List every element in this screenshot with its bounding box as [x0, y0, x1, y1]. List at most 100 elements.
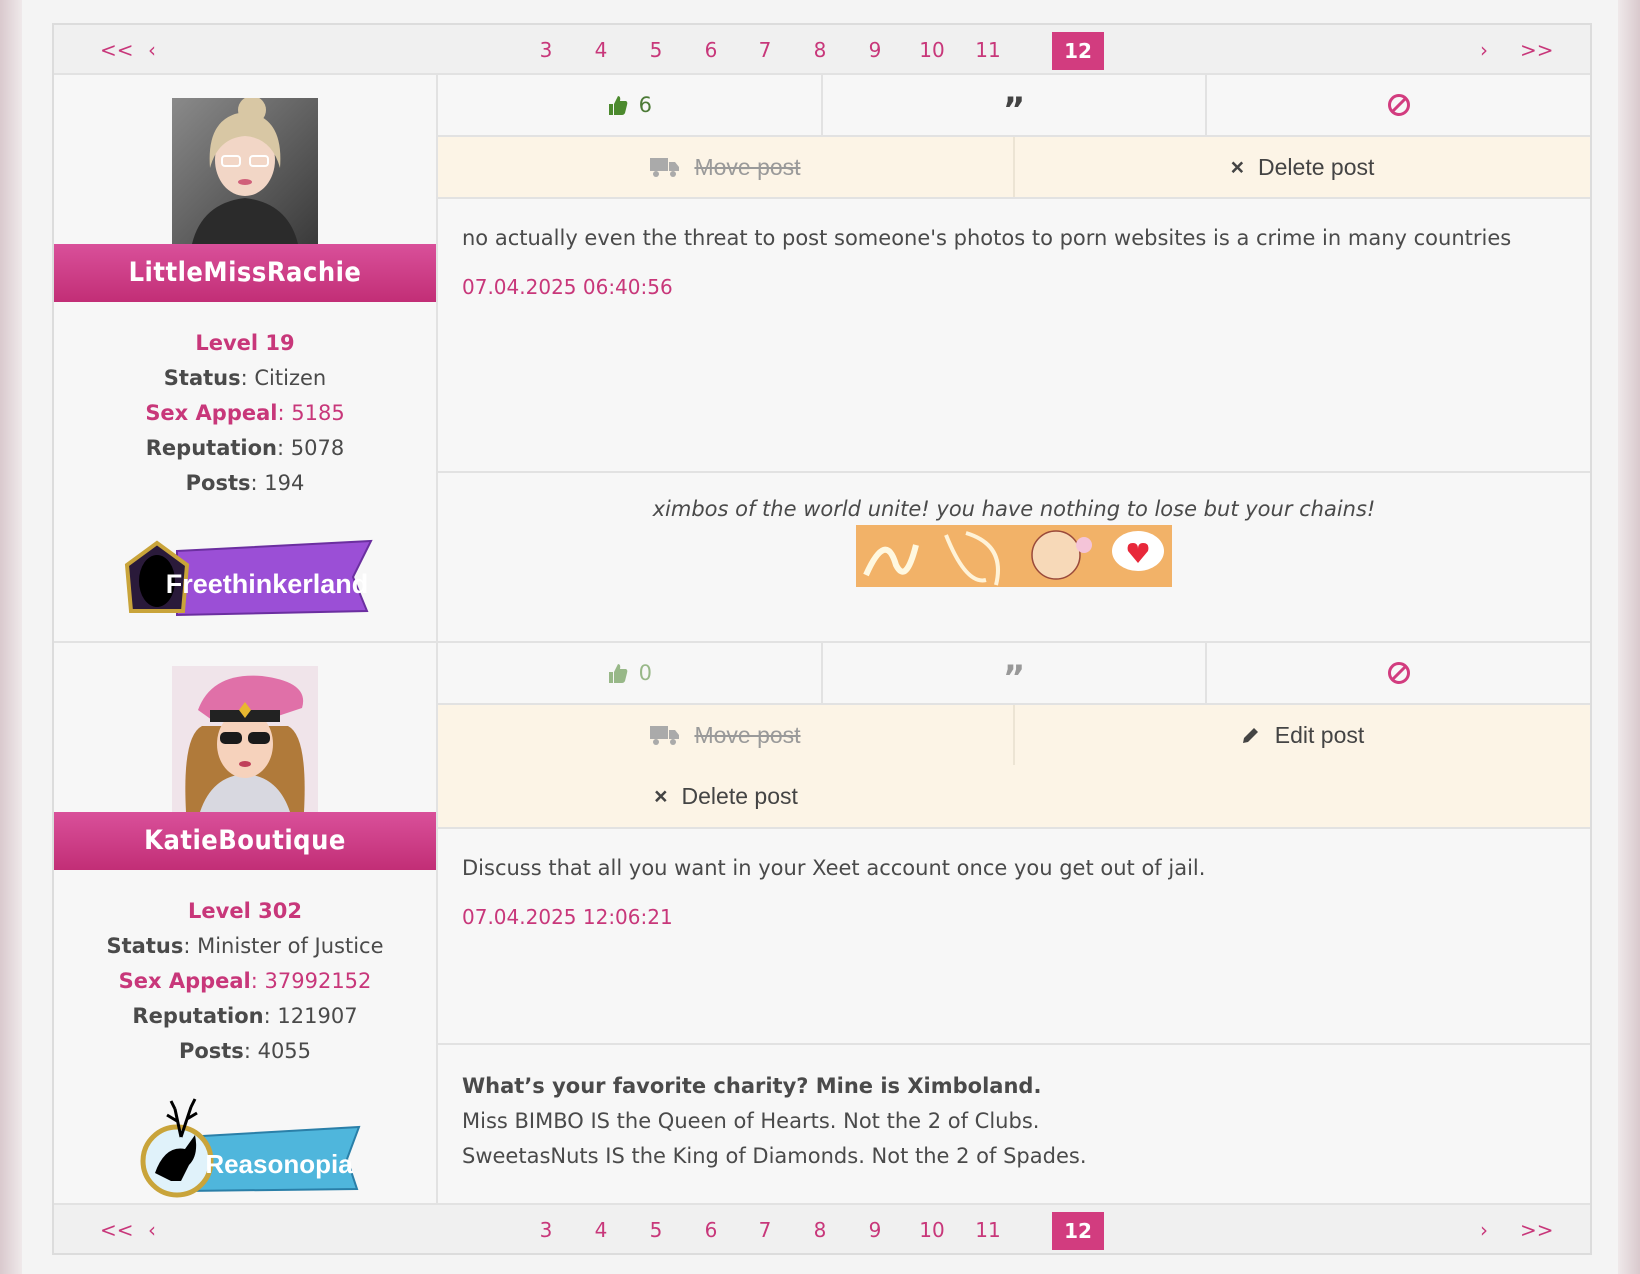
page-link-4[interactable]: 4 — [586, 1214, 616, 1246]
country-badge[interactable]: Reasonopia — [125, 1095, 365, 1199]
page-link-10[interactable]: 10 — [912, 34, 952, 66]
last-page-link[interactable]: >> — [1520, 1214, 1554, 1246]
user-stats: Level 19 Status: Citizen Sex Appeal: 518… — [54, 302, 436, 501]
block-icon — [1387, 662, 1410, 684]
pencil-icon — [1242, 728, 1258, 743]
first-page-link[interactable]: << — [100, 34, 134, 66]
username[interactable]: LittleMissRachie — [54, 244, 436, 302]
signature-heading: What’s your favorite charity? Mine is Xi… — [462, 1074, 1042, 1098]
page-link-4[interactable]: 4 — [586, 34, 616, 66]
posts-value: 194 — [264, 471, 305, 495]
page-link-7[interactable]: 7 — [750, 1214, 780, 1246]
delete-post-label: Delete post — [681, 782, 798, 809]
post-content: 6 ” Move post × Delete post no actually … — [438, 75, 1590, 641]
user-avatar[interactable] — [172, 98, 318, 244]
status-label: Status — [163, 366, 241, 390]
post-content: 0 ” Move post Edit post × Delete post Di… — [438, 643, 1590, 1203]
page-link-9[interactable]: 9 — [860, 1214, 890, 1246]
user-stats: Level 302 Status: Minister of Justice Se… — [54, 870, 436, 1069]
page-link-10[interactable]: 10 — [912, 1214, 952, 1246]
next-page-link[interactable]: › — [1478, 34, 1490, 66]
status-label: Status — [106, 934, 184, 958]
post-body: no actually even the threat to post some… — [438, 199, 1590, 471]
report-button[interactable] — [1207, 643, 1590, 703]
user-level: Level 19 — [195, 331, 295, 355]
post-text: Discuss that all you want in your Xeet a… — [462, 856, 1206, 880]
page-link-8[interactable]: 8 — [805, 1214, 835, 1246]
post-body: Discuss that all you want in your Xeet a… — [438, 829, 1590, 1043]
user-sex-appeal: Sex Appeal: 37992152 — [118, 969, 372, 993]
current-page: 12 — [1052, 32, 1104, 70]
pagination-top: << ‹ 3 4 5 6 7 8 9 10 11 12 › >> — [54, 25, 1590, 75]
signature-banner — [856, 525, 1172, 587]
post-signature: ximbos of the world unite! you have noth… — [438, 471, 1590, 613]
posts-value: 4055 — [257, 1039, 312, 1063]
delete-post-button[interactable]: × Delete post — [438, 765, 1014, 827]
last-page-link[interactable]: >> — [1520, 34, 1554, 66]
delete-post-button[interactable]: × Delete post — [1015, 137, 1590, 197]
prev-page-link[interactable]: ‹ — [146, 1214, 158, 1246]
post-actions: 0 ” — [438, 643, 1590, 705]
page-link-3[interactable]: 3 — [531, 1214, 561, 1246]
reputation-label: Reputation — [132, 1004, 264, 1028]
reputation-value: 121907 — [277, 1004, 358, 1028]
edit-post-button[interactable]: Edit post — [1015, 705, 1590, 765]
thumbs-up-icon — [608, 664, 627, 683]
quote-icon: ” — [1002, 90, 1026, 130]
user-panel: LittleMissRachie Level 19 Status: Citize… — [54, 75, 438, 641]
prev-page-link[interactable]: ‹ — [146, 34, 158, 66]
quote-button[interactable]: ” — [823, 75, 1208, 135]
username[interactable]: KatieBoutique — [54, 812, 436, 870]
page-link-3[interactable]: 3 — [531, 34, 561, 66]
pagination-bottom: << ‹ 3 4 5 6 7 8 9 10 11 12 › >> — [54, 1203, 1590, 1253]
signature-line: Miss BIMBO IS the Queen of Hearts. Not t… — [462, 1109, 1040, 1133]
country-badge[interactable]: Freethinkerland — [117, 535, 373, 621]
like-button[interactable]: 0 — [438, 643, 823, 703]
sex-appeal-label: Sex Appeal — [118, 969, 251, 993]
first-page-link[interactable]: << — [100, 1214, 134, 1246]
delete-icon: × — [654, 782, 668, 809]
forum-post: KatieBoutique Level 302 Status: Minister… — [54, 643, 1590, 1203]
page-link-9[interactable]: 9 — [860, 34, 890, 66]
user-sex-appeal: Sex Appeal: 5185 — [145, 401, 345, 425]
user-posts: Posts: 4055 — [178, 1039, 312, 1063]
edit-post-label: Edit post — [1274, 721, 1365, 748]
next-page-link[interactable]: › — [1478, 1214, 1490, 1246]
move-post-button[interactable]: Move post — [438, 705, 1015, 765]
forum-thread: << ‹ 3 4 5 6 7 8 9 10 11 12 › >> LittleM… — [52, 23, 1592, 1255]
move-post-button[interactable]: Move post — [438, 137, 1015, 197]
signature-line: SweetasNuts IS the King of Diamonds. Not… — [462, 1144, 1087, 1168]
like-button[interactable]: 6 — [438, 75, 823, 135]
page-link-6[interactable]: 6 — [696, 34, 726, 66]
truck-icon — [650, 158, 680, 177]
page-link-8[interactable]: 8 — [805, 34, 835, 66]
posts-label: Posts — [185, 471, 251, 495]
user-avatar[interactable] — [172, 666, 318, 812]
badge-label: Reasonopia — [205, 1149, 353, 1179]
report-button[interactable] — [1207, 75, 1590, 135]
status-value: Minister of Justice — [197, 934, 384, 958]
truck-icon — [650, 726, 680, 745]
forum-post: LittleMissRachie Level 19 Status: Citize… — [54, 75, 1590, 643]
like-count: 6 — [638, 93, 653, 117]
page-link-11[interactable]: 11 — [973, 34, 1003, 66]
post-actions: 6 ” — [438, 75, 1590, 137]
sex-appeal-value: 37992152 — [264, 969, 372, 993]
user-reputation: Reputation: 5078 — [145, 436, 345, 460]
post-signature: What’s your favorite charity? Mine is Xi… — [438, 1043, 1590, 1183]
user-reputation: Reputation: 121907 — [132, 1004, 358, 1028]
sex-appeal-label: Sex Appeal — [145, 401, 278, 425]
user-panel: KatieBoutique Level 302 Status: Minister… — [54, 643, 438, 1203]
page-link-6[interactable]: 6 — [696, 1214, 726, 1246]
moderation-bar: Move post Edit post × Delete post — [438, 705, 1590, 829]
page-link-11[interactable]: 11 — [973, 1214, 1003, 1246]
like-count: 0 — [638, 661, 653, 685]
status-value: Citizen — [254, 366, 327, 390]
delete-icon: × — [1230, 153, 1245, 180]
page-link-7[interactable]: 7 — [750, 34, 780, 66]
page-link-5[interactable]: 5 — [641, 34, 671, 66]
delete-post-label: Delete post — [1258, 153, 1375, 180]
post-text: no actually even the threat to post some… — [462, 226, 1512, 250]
quote-button[interactable]: ” — [823, 643, 1208, 703]
page-link-5[interactable]: 5 — [641, 1214, 671, 1246]
